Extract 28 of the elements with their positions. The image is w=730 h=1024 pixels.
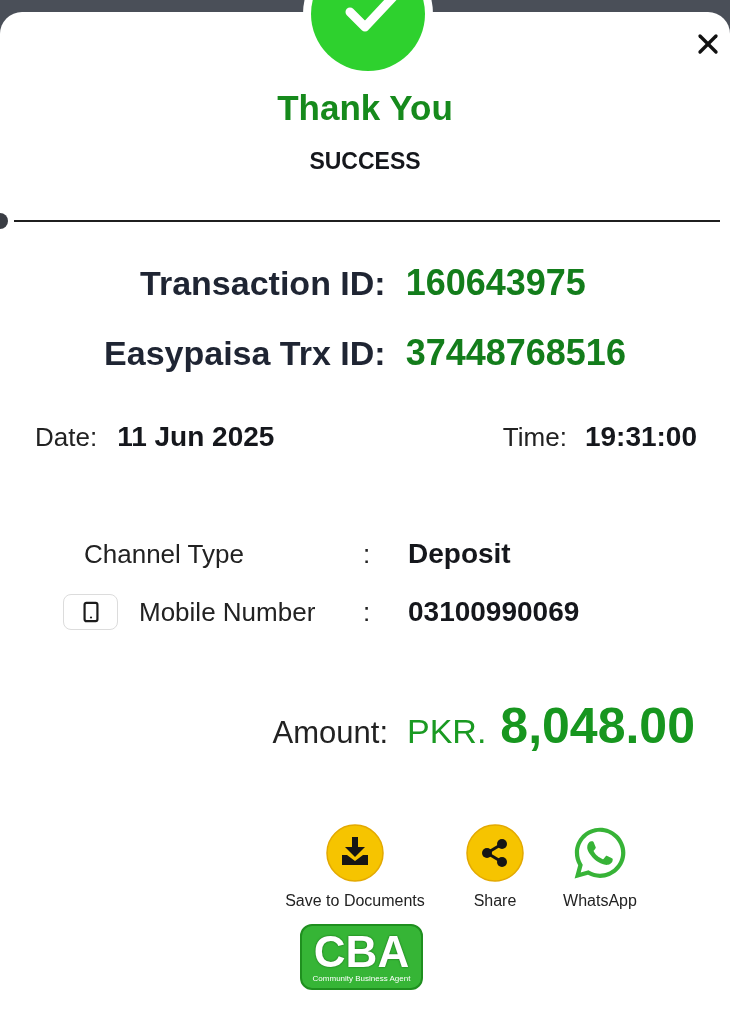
id-label: Easypaisa Trx ID: <box>104 333 386 373</box>
detail-label: Channel Type <box>84 538 244 570</box>
phone-icon <box>63 594 118 630</box>
detail-separator: : <box>363 596 371 628</box>
id-value: 160643975 <box>405 263 586 303</box>
id-value: 37448768516 <box>405 333 626 373</box>
detail-separator: : <box>363 538 371 570</box>
time-value: 19:31:00 <box>584 421 697 453</box>
currency-label: PKR. <box>407 711 487 752</box>
status-label: SUCCESS <box>309 147 421 175</box>
notch-icon <box>0 213 8 229</box>
time-label: Time: <box>502 421 567 453</box>
thank-you-title: Thank You <box>277 88 453 128</box>
detail-value: 03100990069 <box>408 596 580 628</box>
download-icon <box>326 824 384 882</box>
detail-label: Mobile Number <box>139 596 316 628</box>
logo-tagline: Community Business Agent <box>312 974 411 984</box>
date-value: 11 Jun 2025 <box>117 421 275 453</box>
whatsapp-button[interactable]: WhatsApp <box>550 824 650 911</box>
amount-label: Amount: <box>272 714 388 752</box>
share-icon <box>466 824 524 882</box>
download-button[interactable]: Save to Documents <box>277 824 433 911</box>
id-label: Transaction ID: <box>140 263 386 303</box>
amount-value: 8,048.00 <box>500 698 695 754</box>
detail-value: Deposit <box>408 538 511 570</box>
share-button[interactable]: Share <box>455 824 535 911</box>
logo-text: CBA <box>313 930 410 974</box>
date-label: Date: <box>35 421 98 453</box>
